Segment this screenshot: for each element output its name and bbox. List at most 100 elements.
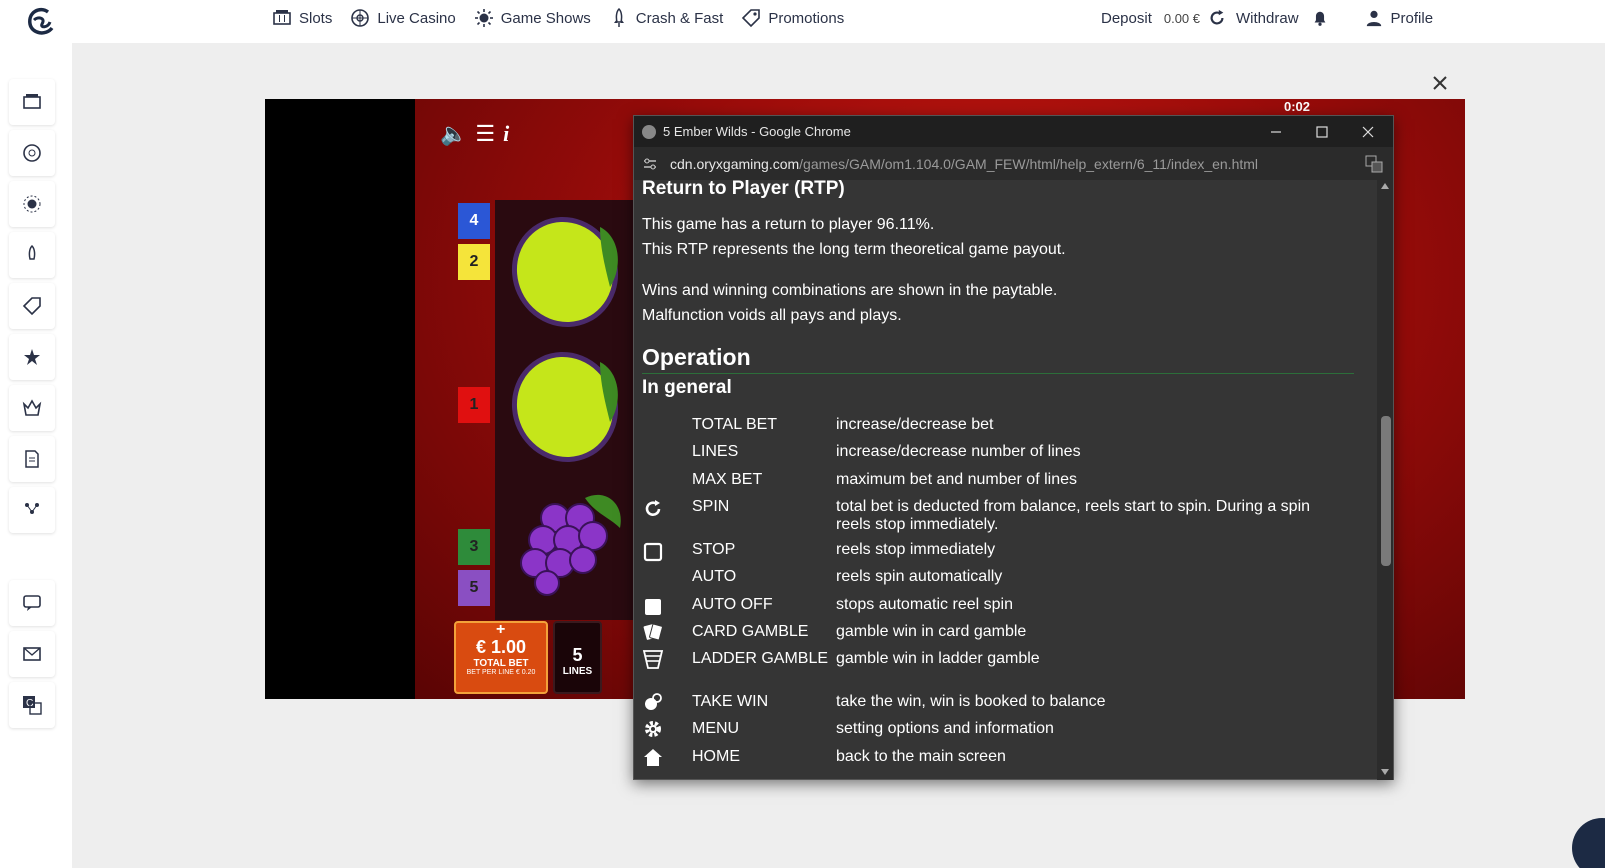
stop-square-icon (643, 542, 663, 562)
nav-crash-fast-label: Crash & Fast (635, 9, 724, 27)
game-shows-icon (23, 195, 41, 213)
window-title: 5 Ember Wilds - Google Chrome (663, 124, 851, 139)
nav-crash-fast[interactable]: Crash & Fast (609, 8, 724, 28)
maximize-icon (1316, 125, 1328, 138)
operation-desc: gamble win in card gamble (836, 623, 1027, 640)
total-bet-button[interactable]: + € 1.00 TOTAL BET BET PER LINE € 0.20 (454, 621, 548, 694)
close-game-icon[interactable] (1429, 72, 1451, 94)
top-bar: Slots Live Casino Game Shows Crash & Fas… (0, 0, 1605, 43)
profile-menu[interactable]: Profile (1365, 9, 1434, 27)
nav-game-shows-label: Game Shows (500, 9, 591, 27)
operation-key: AUTO OFF (692, 596, 773, 613)
nav-promotions[interactable]: Promotions (741, 8, 844, 28)
sidebar-documents[interactable] (9, 436, 55, 482)
sidebar-vip[interactable] (9, 334, 55, 380)
maximize-button[interactable] (1299, 116, 1345, 147)
sidebar-tournaments[interactable] (9, 385, 55, 431)
scroll-thumb[interactable] (1381, 416, 1391, 566)
sidebar-promotions[interactable] (9, 283, 55, 329)
site-settings-icon[interactable] (642, 156, 658, 172)
sidebar-missions[interactable] (9, 487, 55, 533)
scroll-down-icon[interactable] (1381, 769, 1389, 775)
sidebar-game-shows[interactable] (9, 181, 55, 227)
mail-icon (23, 647, 41, 661)
left-sidebar: G (0, 43, 72, 868)
auto-off-square-icon (645, 599, 661, 615)
lines-button[interactable]: 5 LINES (553, 621, 602, 694)
popup-scrollbar[interactable] (1377, 180, 1393, 780)
operation-desc: reels stop immediately (836, 541, 996, 558)
ladder-icon (642, 650, 664, 669)
lemon-symbol (511, 352, 619, 462)
vip-icon (24, 349, 40, 365)
rtp-heading: Return to Player (RTP) (642, 180, 845, 199)
operation-desc: increase/decrease bet (836, 416, 994, 433)
withdraw-link[interactable]: Withdraw (1236, 10, 1299, 27)
line-marker-5: 5 (458, 570, 490, 606)
operation-desc: total bet is deducted from balance, reel… (836, 498, 1311, 533)
url-host: cdn.oryxgaming.com (670, 155, 800, 172)
bell-icon[interactable] (1311, 9, 1329, 27)
tournaments-icon (22, 399, 42, 416)
close-window-button[interactable] (1345, 116, 1391, 147)
sidebar-slots[interactable] (9, 79, 55, 125)
rtp-line-2: This RTP represents the long term theore… (642, 241, 1066, 258)
help-content: Return to Player (RTP) This game has a r… (634, 180, 1379, 780)
sparkle-wheel-icon (474, 9, 493, 27)
sidebar-live-casino[interactable] (9, 130, 55, 176)
sidebar-crash[interactable] (9, 232, 55, 278)
operation-key: LINES (692, 443, 739, 460)
nav-live-casino[interactable]: Live Casino (350, 8, 456, 28)
nav-slots[interactable]: Slots (272, 8, 332, 28)
deposit-link[interactable]: Deposit (1101, 10, 1152, 27)
support-chat-button[interactable] (1572, 818, 1605, 868)
operation-key: TAKE WIN (692, 693, 769, 710)
operation-desc: maximum bet and number of lines (836, 471, 1077, 488)
home-icon (644, 749, 662, 766)
general-heading: In general (642, 377, 732, 398)
operation-key: SPIN (692, 498, 730, 515)
missions-icon (25, 503, 39, 514)
operation-desc: back to the main screen (836, 748, 1006, 765)
translate-page-icon[interactable] (1365, 155, 1383, 173)
speaker-icon[interactable]: 🔈 (440, 121, 467, 147)
game-toolbar: 🔈 ☰ i (440, 121, 509, 147)
refresh-balance-icon[interactable] (1208, 9, 1226, 27)
nav-slots-label: Slots (299, 9, 333, 27)
tag-icon (742, 9, 761, 28)
help-popup-window[interactable]: 5 Ember Wilds - Google Chrome cdn.oryxga… (633, 115, 1394, 780)
wins-line-2: Malfunction voids all pays and plays. (642, 307, 902, 324)
operation-key: LADDER GAMBLE (692, 650, 829, 667)
close-icon (1362, 126, 1374, 137)
crash-icon (28, 245, 36, 260)
wins-line-1: Wins and winning combinations are shown … (642, 282, 1058, 299)
roulette-wheel-icon (351, 9, 370, 27)
line-marker-2: 2 (458, 244, 490, 280)
line-marker-3: 3 (458, 529, 490, 565)
nav-game-shows[interactable]: Game Shows (474, 8, 591, 28)
profile-label: Profile (1390, 9, 1434, 27)
bet-per-line: BET PER LINE € 0.20 (466, 669, 536, 676)
translate-icon: G (23, 696, 42, 715)
cards-icon (643, 623, 663, 641)
coins-icon (645, 693, 662, 710)
sidebar-translate[interactable]: G (9, 682, 55, 728)
gear-icon (645, 721, 661, 737)
grapes-symbol (520, 494, 621, 596)
scroll-up-icon[interactable] (1381, 183, 1389, 189)
bet-plus-icon[interactable]: + (496, 621, 505, 639)
info-icon[interactable]: i (503, 121, 509, 147)
lemon-symbol (511, 217, 619, 327)
lines-value: 5 (572, 645, 583, 665)
address-bar[interactable]: cdn.oryxgaming.com/games/GAM/om1.104.0/G… (634, 147, 1393, 180)
menu-icon[interactable]: ☰ (475, 121, 495, 147)
user-icon (1366, 10, 1381, 27)
minimize-button[interactable] (1253, 116, 1299, 147)
window-titlebar[interactable]: 5 Ember Wilds - Google Chrome (634, 116, 1393, 147)
live-casino-icon (23, 144, 41, 162)
casino-logo[interactable] (22, 4, 58, 40)
sidebar-chat[interactable] (9, 580, 55, 626)
sidebar-mail[interactable] (9, 631, 55, 677)
bet-amount: € 1.00 (475, 637, 527, 657)
operation-key: TOTAL BET (692, 416, 778, 433)
